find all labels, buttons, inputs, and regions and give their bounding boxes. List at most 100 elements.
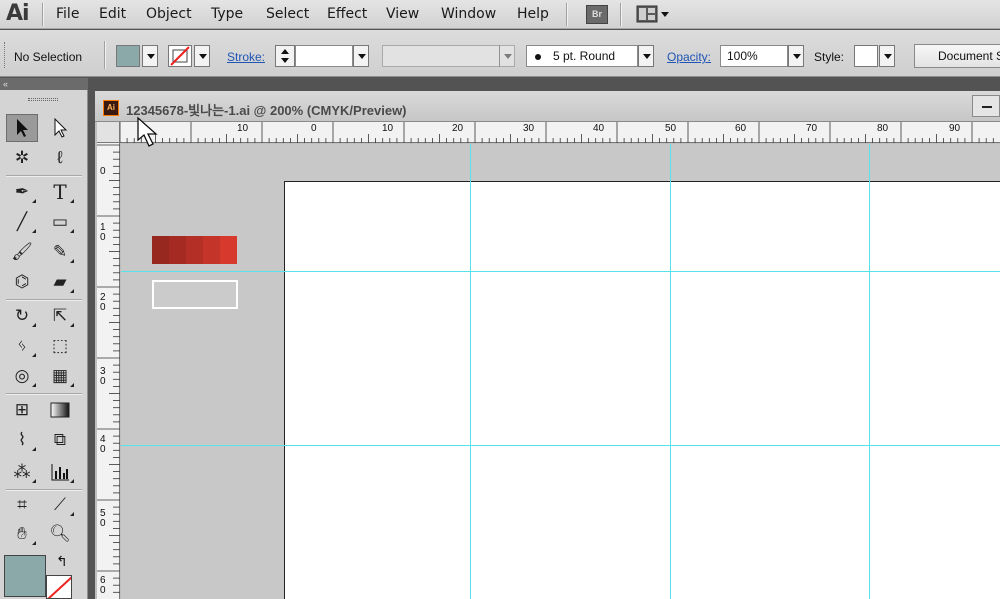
swap-fill-stroke-icon[interactable]: ↰: [56, 553, 68, 570]
bridge-button[interactable]: Br: [586, 5, 608, 24]
slice-tool[interactable]: ⟋: [44, 491, 76, 519]
direct-selection-arrow-icon: [54, 118, 68, 138]
shape-builder-tool[interactable]: ◎: [6, 362, 38, 390]
rotate-tool[interactable]: ↻: [6, 302, 38, 330]
menu-help[interactable]: Help: [517, 6, 549, 22]
brush-dropdown[interactable]: [638, 45, 654, 67]
vertical-guide[interactable]: [670, 144, 671, 599]
pen-tool[interactable]: ✒: [6, 178, 38, 206]
slice-knife-icon: ⟋: [54, 495, 66, 514]
stroke-color-button[interactable]: [168, 45, 192, 67]
menu-type[interactable]: Type: [211, 6, 243, 22]
pencil-tool[interactable]: ✎: [44, 238, 76, 266]
mesh-tool[interactable]: ⊞: [6, 396, 38, 424]
stroke-dropdown[interactable]: [194, 45, 210, 67]
column-graph-tool[interactable]: [44, 458, 76, 486]
variable-width-profile[interactable]: [382, 45, 500, 67]
swatch-cell[interactable]: [152, 236, 169, 264]
paintbrush-tool[interactable]: 🖌︎: [6, 238, 38, 266]
fill-dropdown[interactable]: [142, 45, 158, 67]
lasso-icon: ℓ: [57, 148, 63, 167]
artboard-tool[interactable]: ⌗: [6, 491, 38, 519]
eraser-tool[interactable]: ▰: [44, 268, 76, 296]
rectangle-tool[interactable]: ▭: [44, 208, 76, 236]
tools-panel-grip[interactable]: [28, 98, 58, 101]
line-segment-tool[interactable]: ╱: [6, 208, 38, 236]
graphic-style-dropdown[interactable]: [879, 45, 895, 67]
red-gradient-swatch-strip[interactable]: [152, 236, 237, 264]
horizontal-guide[interactable]: [121, 271, 1000, 272]
outlined-rectangle[interactable]: [152, 280, 238, 309]
swatch-cell[interactable]: [203, 236, 220, 264]
control-bar-grip[interactable]: [4, 42, 6, 68]
menu-select[interactable]: Select: [266, 6, 309, 22]
vertical-ruler[interactable]: 0 1 0 2 0 3 0 4 0 5 0 6 0: [97, 143, 120, 599]
stroke-weight-input[interactable]: [295, 45, 353, 67]
ruler-label: 0: [100, 166, 106, 177]
fill-color-button[interactable]: [116, 45, 140, 67]
scale-tool[interactable]: ⇱: [44, 302, 76, 330]
menu-view[interactable]: View: [386, 6, 419, 22]
ruler-origin[interactable]: [97, 122, 120, 143]
variable-width-dropdown[interactable]: [499, 45, 515, 67]
stroke-swatch[interactable]: [46, 575, 72, 599]
magic-wand-tool[interactable]: ✲: [6, 144, 38, 172]
perspective-grid-tool[interactable]: ▦: [44, 362, 76, 390]
style-label: Style:: [814, 50, 845, 64]
swatch-cell[interactable]: [220, 236, 237, 264]
artboard[interactable]: [284, 181, 1000, 599]
width-tool[interactable]: ᛃ: [6, 332, 38, 360]
horizontal-ruler-ticks: [119, 122, 994, 143]
app-logo: Ai: [6, 1, 30, 26]
document-setup-button[interactable]: Document Setup: [914, 44, 1000, 68]
swatch-cell[interactable]: [186, 236, 203, 264]
menu-effect[interactable]: Effect: [327, 6, 367, 22]
canvas-area[interactable]: [121, 144, 1000, 599]
free-transform-tool[interactable]: ⬚: [44, 332, 76, 360]
fill-swatch[interactable]: [4, 555, 46, 597]
ruler-label: 0: [311, 123, 317, 134]
graphic-style-swatch[interactable]: [854, 45, 878, 67]
brush-dot-icon: [535, 54, 541, 60]
pen-icon: ✒: [14, 182, 30, 201]
blob-brush-tool[interactable]: ⌬: [6, 268, 38, 296]
eyedropper-tool[interactable]: ⌇: [6, 426, 38, 454]
opacity-input[interactable]: 100%: [720, 45, 788, 67]
control-separator: [104, 41, 105, 69]
artboard-icon: ⌗: [17, 495, 27, 514]
horizontal-guide[interactable]: [121, 445, 1000, 446]
vertical-guide[interactable]: [470, 144, 471, 599]
column-graph-icon: [51, 464, 69, 481]
vertical-guide[interactable]: [869, 144, 870, 599]
tools-panel-header[interactable]: «: [0, 78, 88, 90]
opacity-label-link[interactable]: Opacity:: [667, 50, 711, 64]
rectangle-icon: ▭: [51, 212, 69, 231]
menu-window[interactable]: Window: [441, 6, 496, 22]
gradient-tool[interactable]: [44, 396, 76, 424]
opacity-dropdown[interactable]: [788, 45, 804, 67]
stroke-weight-dropdown[interactable]: [353, 45, 369, 67]
lasso-tool[interactable]: ℓ: [44, 144, 76, 172]
type-tool[interactable]: T: [44, 178, 76, 206]
ruler-label: 70: [806, 123, 818, 134]
swatch-cell[interactable]: [169, 236, 186, 264]
horizontal-ruler[interactable]: 10 0 10 20 30 40 50 60 70 80 90: [119, 122, 1000, 143]
stroke-label-link[interactable]: Stroke:: [227, 50, 265, 64]
tool-separator: [6, 175, 82, 176]
tool-separator: [6, 393, 82, 394]
menu-file[interactable]: File: [56, 6, 79, 22]
blend-tool[interactable]: ⧉: [44, 426, 76, 454]
symbol-sprayer-tool[interactable]: ⁂: [6, 458, 38, 486]
zoom-tool[interactable]: 🔍︎: [44, 520, 76, 548]
document-tab[interactable]: Ai 12345678-빛나는-1.ai @ 200% (CMYK/Previe…: [95, 91, 1000, 122]
tool-separator: [6, 299, 82, 300]
hand-tool[interactable]: ✋︎: [6, 520, 38, 548]
direct-selection-tool[interactable]: [44, 114, 76, 142]
stroke-weight-stepper[interactable]: [275, 45, 295, 67]
minimize-button[interactable]: [972, 95, 1000, 117]
menu-object[interactable]: Object: [146, 6, 192, 22]
selection-tool[interactable]: [6, 114, 38, 142]
workspace-layout-button[interactable]: [636, 5, 672, 24]
menu-edit[interactable]: Edit: [99, 6, 126, 22]
brush-definition[interactable]: 5 pt. Round: [526, 45, 638, 67]
